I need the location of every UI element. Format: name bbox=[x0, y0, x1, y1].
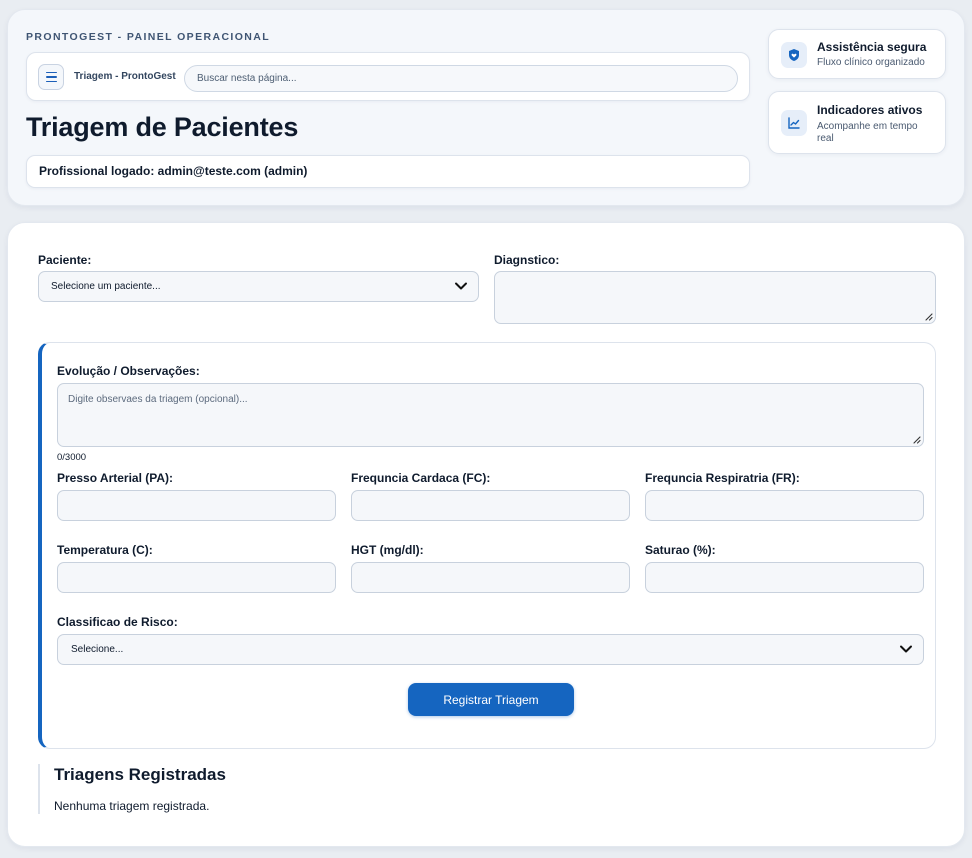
search-input[interactable] bbox=[184, 65, 738, 92]
saturation-input[interactable] bbox=[645, 562, 924, 593]
info-card-subtitle: Acompanhe em tempo real bbox=[817, 121, 918, 144]
registered-triages-section: Triagens Registradas Nenhuma triagem reg… bbox=[38, 764, 438, 814]
info-card-secure-care: Assistência segura Fluxo clínico organiz… bbox=[768, 29, 946, 79]
diagnosis-textarea[interactable] bbox=[494, 271, 936, 324]
char-counter: 0/3000 bbox=[57, 452, 87, 463]
blood-pressure-input[interactable] bbox=[57, 490, 336, 521]
hamburger-icon bbox=[45, 71, 57, 74]
heart-rate-input[interactable] bbox=[351, 490, 630, 521]
brand-tag: PRONTOGEST - PAINEL OPERACIONAL bbox=[26, 31, 271, 43]
triage-details-panel: Evolução / Observações: Digite observaes… bbox=[38, 342, 936, 749]
evolution-textarea[interactable]: Digite observaes da triagem (opcional)..… bbox=[57, 383, 924, 447]
patient-select[interactable]: Selecione um paciente... bbox=[38, 271, 479, 302]
line-chart-icon bbox=[781, 110, 807, 136]
patient-label: Paciente: bbox=[38, 253, 92, 267]
evolution-placeholder: Digite observaes da triagem (opcional)..… bbox=[68, 394, 248, 405]
evolution-label: Evolução / Observações: bbox=[57, 364, 200, 378]
risk-label: Classificao de Risco: bbox=[57, 615, 178, 629]
header-panel: PRONTOGEST - PAINEL OPERACIONAL Triagem … bbox=[7, 9, 965, 206]
resize-grip-icon[interactable] bbox=[923, 311, 933, 321]
info-card-subtitle: Fluxo clínico organizado bbox=[817, 57, 925, 68]
logged-user-bar: Profissional logado: admin@teste.com (ad… bbox=[26, 155, 750, 188]
registered-triages-title: Triagens Registradas bbox=[54, 765, 226, 784]
risk-select[interactable]: Selecione... bbox=[57, 634, 924, 665]
hgt-label: HGT (mg/dl): bbox=[351, 543, 424, 557]
triage-form-card: Paciente: Selecione um paciente... Diagn… bbox=[7, 222, 965, 847]
resize-grip-icon[interactable] bbox=[911, 434, 921, 444]
menu-button[interactable] bbox=[38, 64, 64, 90]
page-title: Triagem de Pacientes bbox=[26, 112, 299, 142]
diagnosis-label: Diagnstico: bbox=[494, 253, 560, 267]
info-card-title: Assistência segura bbox=[817, 40, 927, 54]
chevron-down-icon bbox=[900, 645, 912, 653]
registered-triages-empty: Nenhuma triagem registrada. bbox=[54, 799, 210, 813]
saturation-label: Saturao (%): bbox=[645, 543, 716, 557]
risk-select-value: Selecione... bbox=[71, 644, 124, 655]
info-card-indicators: Indicadores ativos Acompanhe em tempo re… bbox=[768, 91, 946, 154]
temperature-label: Temperatura (C): bbox=[57, 543, 153, 557]
blood-pressure-label: Presso Arterial (PA): bbox=[57, 471, 174, 485]
shield-heart-icon bbox=[781, 42, 807, 68]
top-bar: Triagem - ProntoGest bbox=[26, 52, 750, 101]
hgt-input[interactable] bbox=[351, 562, 630, 593]
topbar-title: Triagem - ProntoGest bbox=[74, 71, 176, 82]
chevron-down-icon bbox=[455, 282, 467, 290]
respiratory-rate-input[interactable] bbox=[645, 490, 924, 521]
respiratory-rate-label: Frequncia Respiratria (FR): bbox=[645, 471, 800, 485]
temperature-input[interactable] bbox=[57, 562, 336, 593]
info-card-title: Indicadores ativos bbox=[817, 103, 923, 117]
register-triage-button[interactable]: Registrar Triagem bbox=[408, 683, 574, 716]
heart-rate-label: Frequncia Cardaca (FC): bbox=[351, 471, 491, 485]
logged-user-text: Profissional logado: admin@teste.com (ad… bbox=[39, 164, 308, 178]
patient-select-value: Selecione um paciente... bbox=[51, 281, 161, 292]
